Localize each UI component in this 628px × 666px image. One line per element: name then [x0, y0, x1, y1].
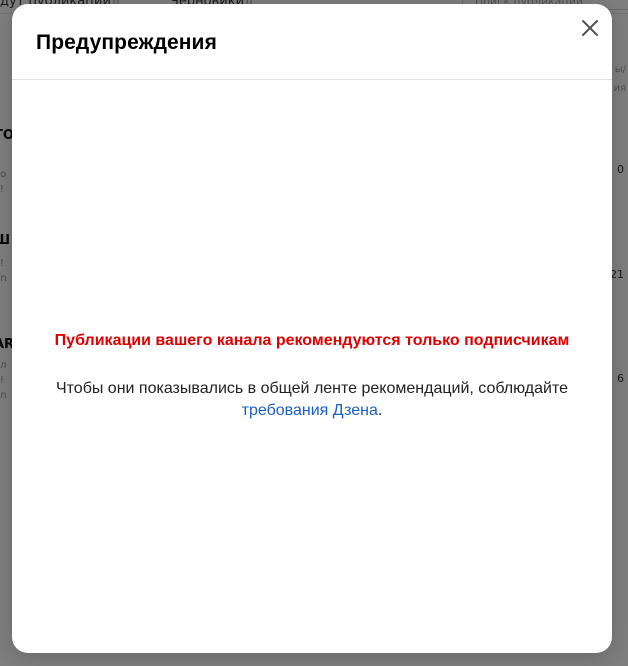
warning-text: Чтобы они показывались в общей ленте рек…	[52, 378, 572, 422]
requirements-link[interactable]: требования Дзена	[242, 402, 378, 419]
modal-body: Публикации вашего канала рекомендуются т…	[12, 80, 612, 653]
warnings-modal: Предупреждения Публикации вашего канала …	[12, 4, 612, 653]
modal-header: Предупреждения	[12, 4, 612, 80]
close-button[interactable]	[578, 16, 602, 40]
warning-text-suffix: .	[377, 402, 383, 419]
warning-title: Публикации вашего канала рекомендуются т…	[54, 332, 570, 349]
close-icon	[582, 20, 598, 36]
modal-title: Предупреждения	[36, 31, 217, 54]
warning-text-prefix: Чтобы они показывались в общей ленте рек…	[55, 380, 568, 397]
